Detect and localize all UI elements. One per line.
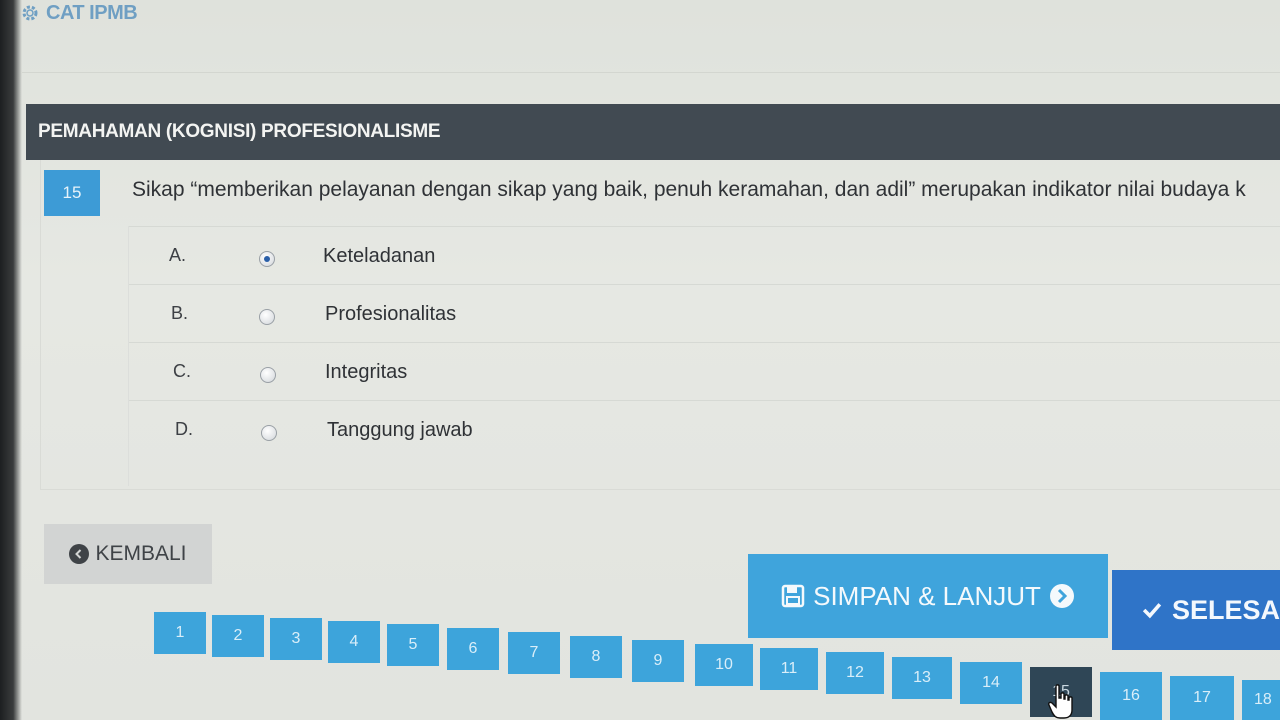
page-button-4[interactable]: 4	[328, 621, 380, 663]
section-title: PEMAHAMAN (KOGNISI) PROFESIONALISME	[38, 121, 441, 142]
option-radio-b[interactable]	[259, 309, 275, 325]
page-button-2[interactable]: 2	[212, 615, 264, 657]
back-button[interactable]: KEMBALI	[44, 524, 212, 584]
arrow-right-circle-icon	[1049, 584, 1074, 608]
section-header: PEMAHAMAN (KOGNISI) PROFESIONALISME	[26, 104, 1280, 160]
page-button-7[interactable]: 7	[508, 632, 560, 674]
brand-label: CAT IPMB	[46, 1, 138, 24]
option-letter: B.	[171, 303, 189, 323]
gear-icon	[22, 5, 38, 21]
hand-cursor-icon	[1048, 684, 1073, 719]
save-next-label: SIMPAN & LANJUT	[813, 580, 1041, 611]
option-label[interactable]: Keteladanan	[323, 245, 435, 268]
option-label[interactable]: Integritas	[325, 361, 407, 384]
option-letter: C.	[173, 361, 191, 381]
page-button-12[interactable]: 12	[826, 652, 884, 694]
page-button-1[interactable]: 1	[154, 612, 206, 654]
header-divider	[22, 72, 1280, 73]
question-number-badge: 15	[44, 170, 100, 216]
page-button-18[interactable]: 18	[1242, 680, 1280, 720]
option-label[interactable]: Profesionalitas	[325, 303, 456, 326]
back-button-label: KEMBALI	[95, 542, 187, 565]
option-a[interactable]: A. Keteladanan	[129, 226, 1280, 284]
page-button-11[interactable]: 11	[760, 648, 818, 690]
arrow-left-circle-icon	[69, 544, 90, 564]
page-button-10[interactable]: 10	[695, 644, 753, 686]
option-letter: A.	[169, 245, 187, 265]
option-label[interactable]: Tanggung jawab	[327, 419, 473, 442]
page-button-16[interactable]: 16	[1100, 672, 1162, 720]
page-button-3[interactable]: 3	[270, 618, 322, 660]
page-button-8[interactable]: 8	[570, 636, 622, 678]
option-radio-d[interactable]	[261, 425, 277, 441]
option-b[interactable]: B. Profesionalitas	[129, 284, 1280, 342]
app-brand[interactable]: CAT IPMB	[20, 0, 138, 26]
floppy-disk-icon	[781, 584, 805, 608]
option-radio-c[interactable]	[260, 367, 276, 383]
option-c[interactable]: C. Integritas	[129, 342, 1280, 400]
question-pagination: 1 2 3 4 5 6 7 8 9 10 11 12 13 14 15 16 1…	[154, 612, 1280, 720]
option-radio-a[interactable]	[259, 251, 275, 267]
page-button-17[interactable]: 17	[1170, 676, 1234, 720]
page-button-13[interactable]: 13	[892, 657, 952, 699]
question-text: Sikap “memberikan pelayanan dengan sikap…	[132, 178, 1246, 201]
option-letter: D.	[175, 419, 193, 439]
answer-options: A. Keteladanan B. Profesionalitas C. Int…	[128, 226, 1280, 486]
page-button-14[interactable]: 14	[960, 662, 1022, 704]
page-button-6[interactable]: 6	[447, 628, 499, 670]
option-d[interactable]: D. Tanggung jawab	[129, 400, 1280, 458]
page-button-5[interactable]: 5	[387, 624, 439, 666]
monitor-bezel	[0, 0, 22, 720]
page-button-9[interactable]: 9	[632, 640, 684, 682]
